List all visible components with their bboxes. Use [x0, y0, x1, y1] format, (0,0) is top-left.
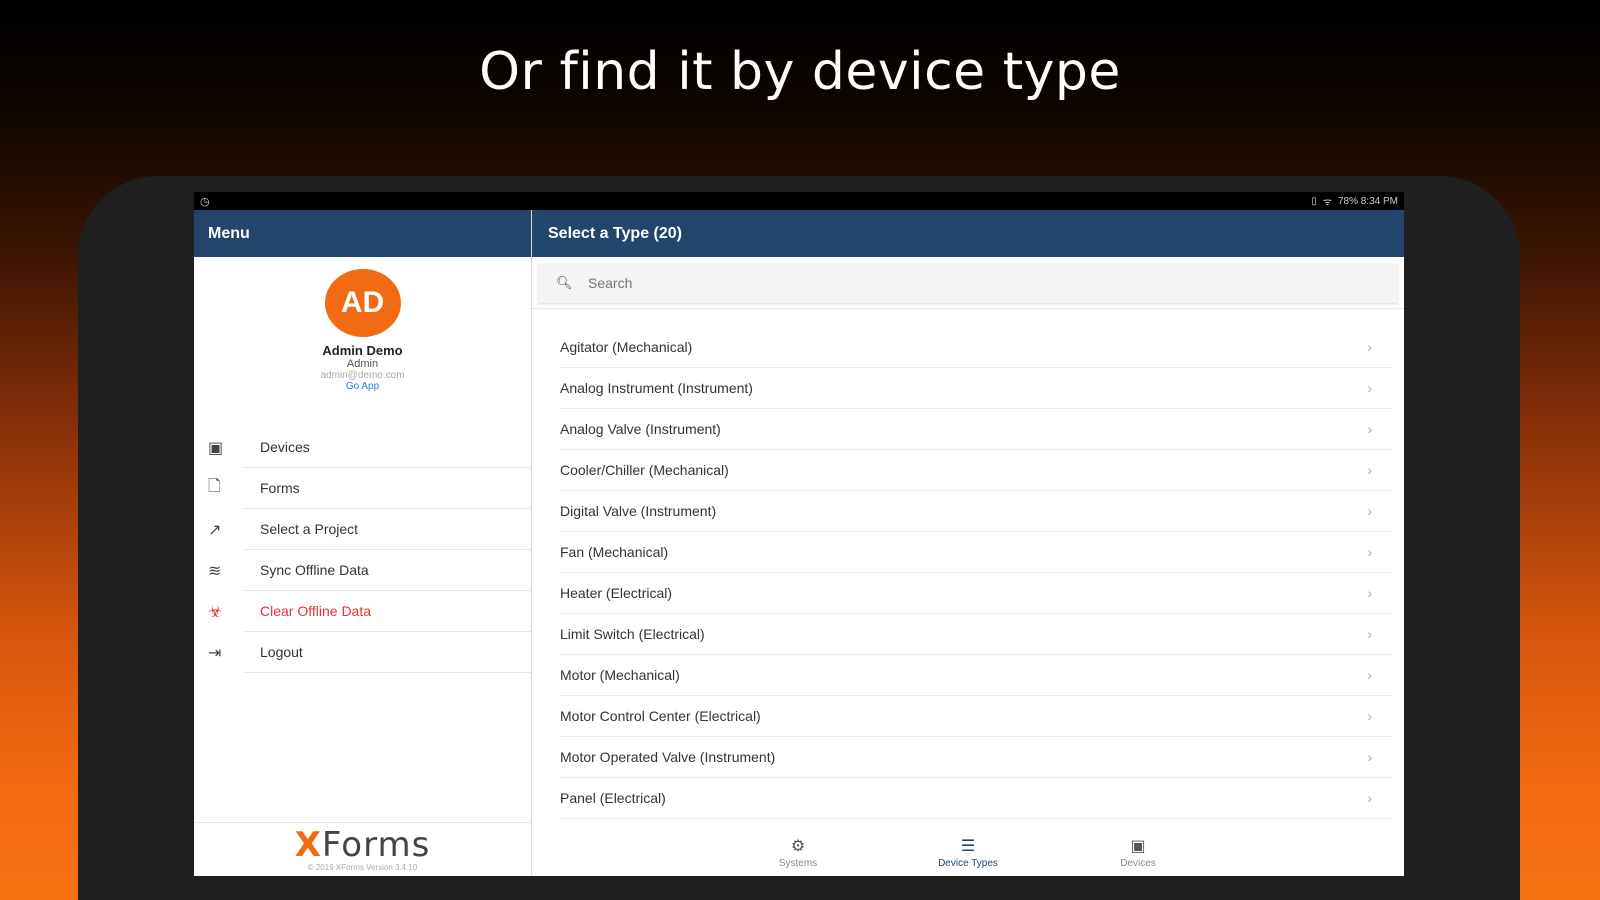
chevron-right-icon: ›: [1367, 544, 1372, 560]
chevron-right-icon: ›: [1367, 585, 1372, 601]
profile-link[interactable]: Go App: [194, 381, 531, 392]
search-input[interactable]: [588, 275, 1188, 291]
chevron-right-icon: ›: [1367, 421, 1372, 437]
vibrate-icon: ▯: [1311, 195, 1317, 207]
list-item[interactable]: Panel (Electrical) ›: [560, 778, 1392, 819]
device-icon: ▣: [208, 439, 224, 457]
clock-icon: ◷: [200, 195, 210, 208]
sidebar-item-forms[interactable]: 🗋 Forms: [194, 468, 531, 509]
tab-devices[interactable]: ▣ Devices: [1098, 836, 1178, 869]
headline: Or find it by device type: [479, 42, 1121, 102]
status-text: 78% 8:34 PM: [1337, 195, 1398, 207]
status-right: ▯ ᯤ 78% 8:34 PM: [1311, 194, 1398, 209]
list-item[interactable]: Cooler/Chiller (Mechanical) ›: [560, 450, 1392, 491]
list-item[interactable]: Fan (Mechanical) ›: [560, 532, 1392, 573]
copyright: © 2019 XForms Version 3.4.10: [307, 863, 418, 872]
logout-icon: ⇥: [208, 644, 222, 662]
chevron-right-icon: ›: [1367, 503, 1372, 519]
sidebar-title: Menu: [208, 224, 250, 242]
sidebar-item-clear-offline[interactable]: ☣ Clear Offline Data: [194, 591, 531, 632]
search-bar: 🔍︎: [532, 257, 1404, 309]
document-icon: 🗋: [208, 478, 221, 495]
list-item[interactable]: Motor Operated Valve (Instrument) ›: [560, 737, 1392, 778]
wifi-status-icon: ᯤ: [1322, 197, 1332, 208]
tab-systems[interactable]: ⚙ Systems: [758, 836, 838, 869]
tab-device-types[interactable]: ☰ Device Types: [928, 836, 1008, 869]
profile-name: Admin Demo: [322, 343, 403, 358]
list-item[interactable]: Heater (Electrical) ›: [560, 573, 1392, 614]
sidebar-item-label: Devices: [244, 427, 531, 468]
search-box[interactable]: 🔍︎: [538, 263, 1398, 303]
sidebar-item-label: Logout: [244, 632, 531, 673]
sidebar-item-logout[interactable]: ⇥ Logout: [194, 632, 531, 673]
sidebar: Menu AD Admin Demo Admin admin@demo.com …: [194, 210, 532, 876]
gear-icon: ⚙: [790, 837, 806, 855]
list-item[interactable]: Motor (Mechanical) ›: [560, 655, 1392, 696]
sidebar-item-label: Select a Project: [244, 509, 531, 550]
sidebar-header: Menu: [194, 210, 531, 257]
list-item[interactable]: Limit Switch (Electrical) ›: [560, 614, 1392, 655]
app: Menu AD Admin Demo Admin admin@demo.com …: [194, 210, 1404, 876]
list-icon: ☰: [960, 837, 976, 855]
chart-icon: ↗: [208, 521, 222, 539]
sidebar-footer: XForms © 2019 XForms Version 3.4.10: [194, 822, 531, 876]
sidebar-item-sync-offline[interactable]: ≋ Sync Offline Data: [194, 550, 531, 591]
list-item[interactable]: Agitator (Mechanical) ›: [560, 327, 1392, 368]
sidebar-item-label: Clear Offline Data: [244, 591, 531, 632]
chevron-right-icon: ›: [1367, 749, 1372, 765]
page-title: Select a Type (20): [548, 224, 682, 242]
xforms-logo: XForms: [294, 825, 431, 865]
sidebar-item-label: Sync Offline Data: [244, 550, 531, 591]
biohazard-icon: ☣: [208, 603, 223, 621]
chevron-right-icon: ›: [1367, 462, 1372, 478]
chevron-right-icon: ›: [1367, 626, 1372, 642]
profile-role: Admin: [346, 358, 379, 370]
avatar[interactable]: AD: [324, 269, 401, 337]
profile-email: admin@demo.com: [320, 370, 405, 381]
status-bar: ◷ ▯ ᯤ 78% 8:34 PM: [194, 192, 1404, 210]
main-header: Select a Type (20): [532, 210, 1404, 257]
search-icon: 🔍︎: [556, 275, 573, 290]
sidebar-item-devices[interactable]: ▣ Devices: [194, 427, 531, 468]
chevron-right-icon: ›: [1367, 667, 1372, 683]
profile: AD Admin Demo Admin admin@demo.com Go Ap…: [194, 257, 531, 427]
list-item[interactable]: Analog Instrument (Instrument) ›: [560, 368, 1392, 409]
sidebar-item-select-project[interactable]: ↗ Select a Project: [194, 509, 531, 550]
chevron-right-icon: ›: [1367, 380, 1372, 396]
device-type-list: Agitator (Mechanical) › Analog Instrument…: [532, 309, 1404, 819]
chevron-right-icon: ›: [1367, 339, 1372, 355]
wifi-icon: ≋: [208, 562, 222, 580]
bottom-tab-bar: ⚙ Systems ☰ Device Types ▣ Devices: [532, 824, 1404, 876]
chevron-right-icon: ›: [1367, 708, 1372, 724]
chevron-right-icon: ›: [1367, 790, 1372, 806]
device-icon: ▣: [1130, 837, 1146, 855]
main-panel: Select a Type (20) 🔍︎ Agitator (Mechanic…: [532, 210, 1404, 876]
screen: ◷ ▯ ᯤ 78% 8:34 PM Menu AD Admin Demo Adm…: [194, 192, 1404, 876]
list-item[interactable]: Analog Valve (Instrument) ›: [560, 409, 1392, 450]
tablet-frame: ◷ ▯ ᯤ 78% 8:34 PM Menu AD Admin Demo Adm…: [78, 176, 1520, 900]
sidebar-item-label: Forms: [244, 468, 531, 509]
list-item[interactable]: Motor Control Center (Electrical) ›: [560, 696, 1392, 737]
list-item[interactable]: Digital Valve (Instrument) ›: [560, 491, 1392, 532]
